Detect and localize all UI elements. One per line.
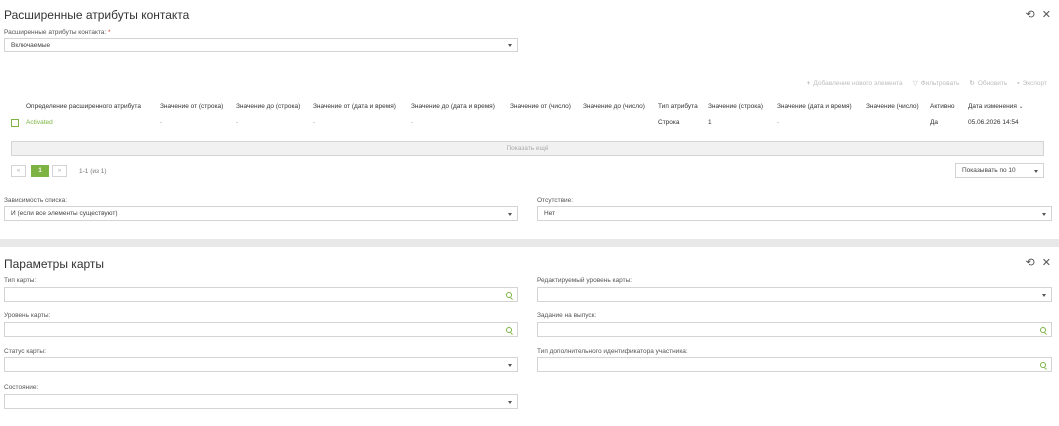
table-cell: - — [777, 119, 780, 126]
card-status-select[interactable] — [4, 357, 518, 372]
sort-desc-icon: ⌄ — [1018, 104, 1024, 110]
column-header[interactable]: Значение (дата и время) — [777, 103, 852, 110]
pager-page-button[interactable]: 1 — [31, 165, 49, 177]
card-status-label: Статус карты: — [4, 348, 46, 355]
column-header[interactable]: Значение (строка) — [708, 103, 763, 110]
refresh-icon: ↻ — [969, 80, 975, 87]
export-icon: ▪ — [1017, 79, 1020, 87]
card-level-field[interactable] — [4, 322, 518, 337]
column-header[interactable]: Значение до (строка) — [236, 103, 300, 110]
table-cell: Да — [930, 119, 939, 126]
chevron-down-icon — [508, 212, 512, 216]
absence-value: Нет — [544, 210, 556, 217]
filter-button[interactable]: ▽ Фильтровать — [912, 79, 960, 88]
chevron-down-icon — [1042, 212, 1046, 216]
column-header[interactable]: Значение до (число) — [583, 103, 645, 110]
export-button[interactable]: ▪ Экспорт — [1017, 79, 1047, 87]
column-header[interactable]: Значение до (дата и время) — [411, 103, 495, 110]
contact-panel-tools[interactable]: ⟲ ✕ — [1026, 8, 1054, 21]
attr-select[interactable]: Включаемые — [4, 38, 518, 52]
chevron-down-icon — [508, 363, 512, 367]
pager-prev-button[interactable]: « — [11, 165, 26, 177]
table-cell: - — [236, 119, 239, 126]
editable-level-label: Редактируемый уровень карты: — [537, 277, 633, 284]
panel-divider — [0, 239, 1059, 247]
dependency-label: Зависимость списка: — [4, 197, 68, 204]
search-icon[interactable] — [1040, 326, 1046, 333]
card-level-label: Уровень карты: — [4, 312, 51, 319]
card-panel-tools[interactable]: ⟲ ✕ — [1026, 256, 1054, 269]
table-cell: - — [313, 119, 316, 126]
table-cell: 1 — [708, 119, 712, 126]
table-cell: 05.06.2026 14:54 — [968, 119, 1019, 126]
chevron-down-icon — [1042, 293, 1046, 297]
table-cell: Строка — [658, 119, 680, 126]
editable-level-select[interactable] — [537, 287, 1052, 302]
search-icon[interactable] — [1040, 361, 1046, 368]
column-header[interactable]: Значение от (строка) — [160, 103, 223, 110]
issue-task-field[interactable] — [537, 322, 1052, 337]
state-label: Состояние: — [4, 384, 39, 391]
column-header[interactable]: Значение от (число) — [510, 103, 571, 110]
card-panel-title: Параметры карты — [4, 257, 105, 271]
issue-task-label: Задание на выпуск: — [537, 312, 597, 319]
grid-toolbar: + Добавление нового элемента ▽ Фильтровать… — [807, 79, 1047, 88]
search-icon[interactable] — [506, 291, 512, 298]
dependency-value: И (если все элементы существуют) — [11, 210, 118, 217]
column-header-sorted[interactable]: Дата изменения ⌄ — [968, 103, 1024, 110]
add-element-button[interactable]: + Добавление нового элемента — [807, 79, 903, 87]
table-cell: - — [160, 119, 163, 126]
column-header[interactable]: Активно — [930, 103, 955, 110]
chevron-down-icon — [508, 400, 512, 404]
dependency-select[interactable]: И (если все элементы существуют) — [4, 206, 518, 221]
per-page-select[interactable]: Показывать по 10 — [955, 163, 1044, 178]
row-checkbox[interactable] — [11, 119, 19, 127]
show-more-button[interactable]: Показать ещё — [11, 141, 1044, 156]
column-header[interactable]: Значение (число) — [866, 103, 919, 110]
chevron-down-icon — [1034, 169, 1038, 173]
contact-panel-title: Расширенные атрибуты контакта — [4, 8, 190, 22]
search-icon[interactable] — [506, 326, 512, 333]
attr-select-value: Включаемые — [11, 41, 51, 49]
table-cell: - — [411, 119, 414, 126]
chevron-down-icon — [508, 44, 512, 47]
per-page-value: Показывать по 10 — [962, 167, 1016, 174]
absence-select[interactable]: Нет — [537, 206, 1052, 221]
table-cell[interactable]: Activated — [26, 119, 53, 126]
column-header[interactable]: Определение расширенного атрибута — [26, 103, 141, 110]
card-type-label: Тип карты: — [4, 277, 37, 284]
pager-summary: 1-1 (из 1) — [79, 168, 107, 175]
card-type-field[interactable] — [4, 287, 518, 302]
extra-id-type-label: Тип дополнительного идентификатора участ… — [537, 348, 688, 355]
plus-icon: + — [806, 79, 811, 87]
extra-id-type-field[interactable] — [537, 357, 1052, 372]
refresh-button[interactable]: ↻ Обновить — [969, 79, 1007, 88]
attr-select-label: Расширенные атрибуты контакта: * — [4, 29, 111, 36]
absence-label: Отсутствие: — [537, 197, 574, 204]
column-header[interactable]: Значение от (дата и время) — [313, 103, 396, 110]
pager-next-button[interactable]: » — [52, 165, 67, 177]
required-mark: * — [108, 29, 111, 36]
filter-icon: ▽ — [912, 80, 918, 87]
column-header[interactable]: Тип атрибута — [658, 103, 698, 110]
state-select[interactable] — [4, 394, 518, 409]
